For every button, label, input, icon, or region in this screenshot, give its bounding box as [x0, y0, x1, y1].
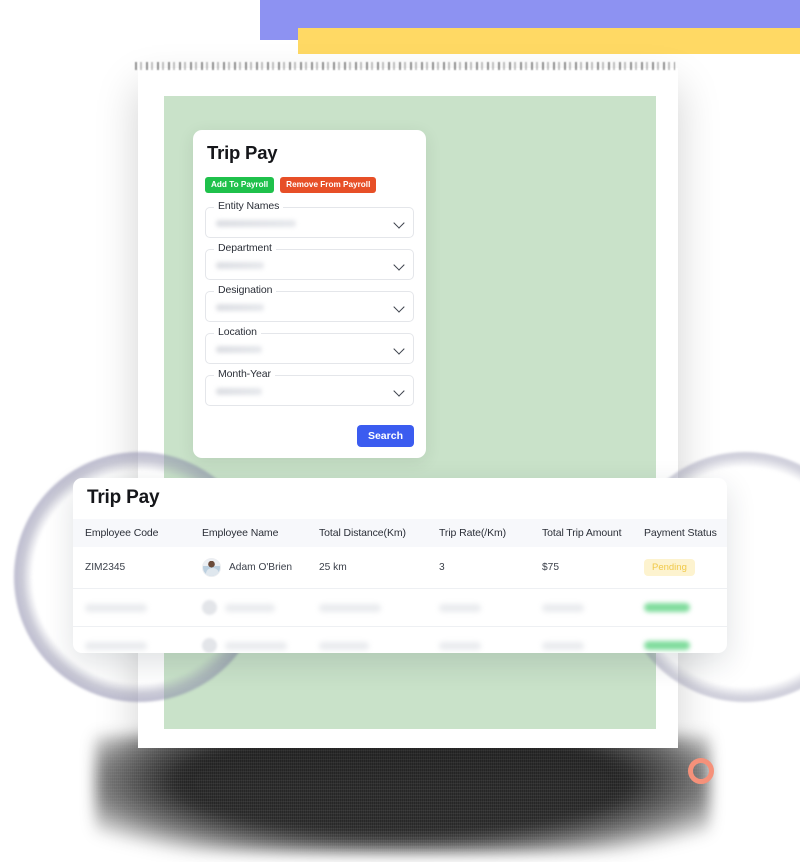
trip-pay-results-card: Trip Pay Employee Code Employee Name Total…	[73, 478, 727, 653]
field-label: Month-Year	[214, 368, 275, 380]
skeleton-cell	[439, 588, 542, 627]
skeleton-cell	[542, 588, 644, 627]
field-value-placeholder	[216, 262, 264, 269]
decorative-yellow-bar	[298, 28, 800, 54]
skeleton-bar	[542, 641, 584, 650]
cell-payment-status: Pending	[644, 547, 727, 589]
skeleton-bar	[225, 603, 275, 612]
avatar	[202, 558, 221, 577]
skeleton-bar	[85, 641, 147, 650]
column-header: Trip Rate(/Km)	[439, 527, 507, 539]
skeleton-bar	[439, 641, 481, 650]
trip-pay-filter-card: Trip Pay Add To Payroll Remove From Payr…	[193, 130, 426, 458]
remove-from-payroll-button[interactable]: Remove From Payroll	[280, 177, 377, 194]
select-field-designation[interactable]: Designation	[205, 284, 414, 322]
skeleton-bar	[319, 603, 381, 612]
select-field-location[interactable]: Location	[205, 326, 414, 364]
skeleton-bar	[319, 641, 369, 650]
skeleton-cell	[319, 627, 439, 654]
screenshot-stage: Trip Pay Add To Payroll Remove From Payr…	[0, 0, 800, 862]
skeleton-avatar	[202, 638, 217, 653]
skeleton-cell	[542, 627, 644, 654]
table-row-skeleton	[73, 588, 727, 627]
skeleton-employee-name	[202, 588, 319, 627]
skeleton-bar	[225, 641, 287, 650]
search-button[interactable]: Search	[356, 425, 414, 447]
cell-total-trip-amount: $75	[542, 547, 644, 589]
field-label: Department	[214, 242, 276, 254]
skeleton-status-badge	[644, 641, 690, 650]
add-to-payroll-button[interactable]: Add To Payroll	[205, 177, 275, 194]
skeleton-status	[644, 627, 727, 654]
field-value-placeholder	[216, 220, 296, 227]
select-field-entity-names[interactable]: Entity Names	[205, 200, 414, 238]
chevron-down-icon[interactable]	[395, 219, 404, 228]
skeleton-bar	[439, 603, 481, 612]
chevron-down-icon[interactable]	[395, 261, 404, 270]
status-badge: Pending	[644, 559, 695, 576]
field-label: Designation	[214, 284, 277, 296]
table-header: Employee Code Employee Name Total Distance…	[73, 519, 727, 547]
field-value-placeholder	[216, 304, 264, 311]
skeleton-bar	[85, 603, 147, 612]
skeleton-name-wrapper	[202, 638, 319, 653]
skeleton-employee-code	[73, 588, 202, 627]
cell-trip-rate: 3	[439, 547, 542, 589]
decorative-salmon-ring	[688, 758, 714, 784]
cell-total-distance: 25 km	[319, 547, 439, 589]
skeleton-name-wrapper	[202, 600, 319, 615]
skeleton-avatar	[202, 600, 217, 615]
skeleton-bar	[542, 603, 584, 612]
trip-pay-table: Employee Code Employee Name Total Distance…	[73, 519, 727, 653]
chevron-down-icon[interactable]	[395, 345, 404, 354]
column-header: Total Trip Amount	[542, 527, 622, 539]
column-header: Payment Status	[644, 527, 717, 539]
skeleton-status-badge	[644, 603, 690, 612]
cell-employee-code: ZIM2345	[73, 547, 202, 589]
field-value-placeholder	[216, 346, 262, 353]
field-value-placeholder	[216, 388, 262, 395]
chevron-down-icon[interactable]	[395, 387, 404, 396]
decorative-dark-shadow	[95, 735, 710, 853]
column-header: Employee Name	[202, 527, 279, 539]
skeleton-cell	[439, 627, 542, 654]
table-row-skeleton	[73, 627, 727, 654]
decorative-noise-texture	[95, 735, 710, 853]
table-card-title: Trip Pay	[87, 487, 160, 508]
skeleton-employee-name	[202, 627, 319, 653]
select-field-department[interactable]: Department	[205, 242, 414, 280]
column-header: Total Distance(Km)	[319, 527, 406, 539]
table-row[interactable]: ZIM2345 Adam O'Brien 25 km 3 $75 Pending	[73, 547, 727, 589]
skeleton-status	[644, 588, 727, 627]
field-label: Entity Names	[214, 200, 284, 212]
column-header: Employee Code	[85, 527, 159, 539]
select-field-month-year[interactable]: Month-Year	[205, 368, 414, 406]
skeleton-employee-code	[73, 627, 202, 654]
cell-employee-name: Adam O'Brien	[202, 547, 319, 589]
chevron-down-icon[interactable]	[395, 303, 404, 312]
table-body: ZIM2345 Adam O'Brien 25 km 3 $75 Pending	[73, 547, 727, 653]
filter-fields: Entity Names Department Designation Locatio…	[205, 200, 414, 417]
employee-name-text: Adam O'Brien	[229, 562, 293, 573]
payroll-action-buttons: Add To Payroll Remove From Payroll	[205, 177, 377, 194]
skeleton-cell	[319, 588, 439, 627]
decorative-periwinkle-band	[260, 0, 800, 40]
field-label: Location	[214, 326, 261, 338]
table-header-row: Employee Code Employee Name Total Distance…	[73, 519, 727, 547]
form-card-title: Trip Pay	[207, 142, 278, 163]
employee-name-wrapper: Adam O'Brien	[202, 558, 319, 577]
